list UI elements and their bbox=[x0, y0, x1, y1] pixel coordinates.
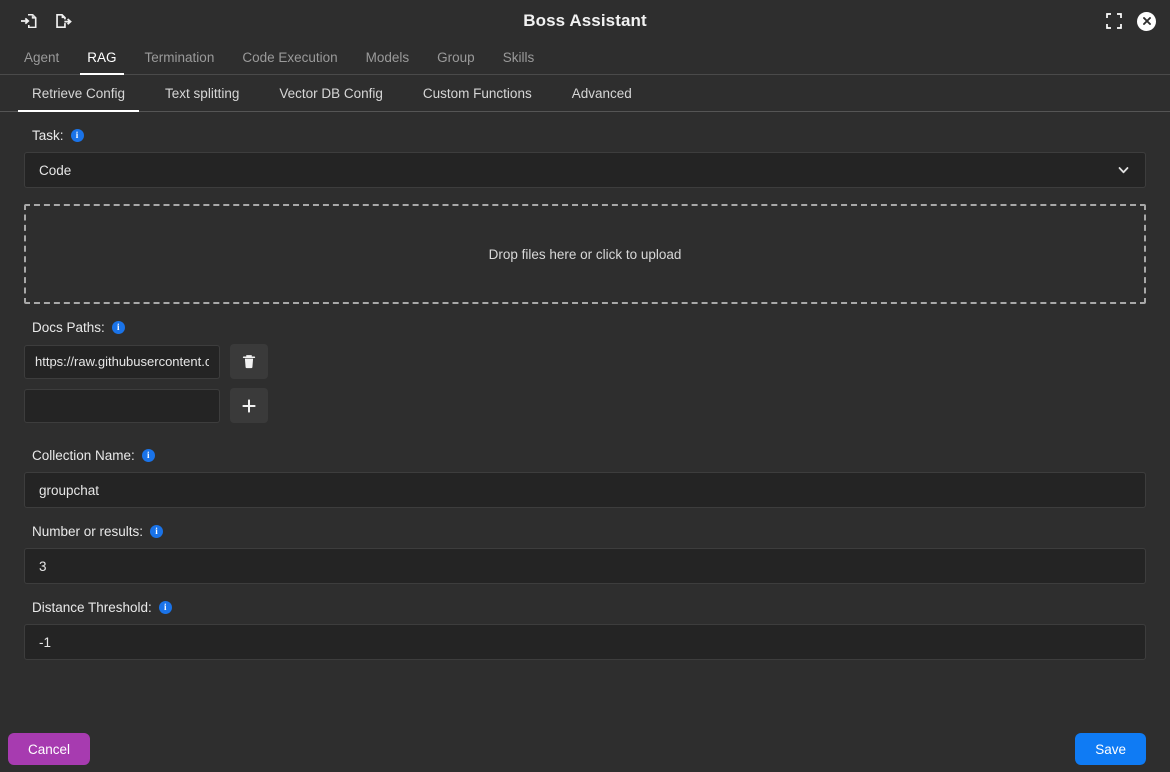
title-bar-right-actions bbox=[1101, 8, 1170, 34]
distance-threshold-input[interactable] bbox=[24, 624, 1146, 660]
info-icon[interactable]: i bbox=[141, 449, 155, 462]
number-of-results-label-row: Number or results: i bbox=[24, 508, 1146, 548]
collection-name-label: Collection Name: bbox=[32, 448, 135, 463]
main-tabbar: Agent RAG Termination Code Execution Mod… bbox=[0, 42, 1170, 75]
distance-threshold-label: Distance Threshold: bbox=[32, 600, 152, 615]
number-of-results-input[interactable] bbox=[24, 548, 1146, 584]
tab-rag[interactable]: RAG bbox=[73, 50, 130, 75]
fullscreen-icon[interactable] bbox=[1101, 8, 1127, 34]
tab-termination[interactable]: Termination bbox=[131, 50, 229, 74]
tab-models[interactable]: Models bbox=[352, 50, 424, 74]
task-label-row: Task: i bbox=[24, 112, 1146, 152]
docs-paths-label-row: Docs Paths: i bbox=[24, 304, 1146, 344]
collection-name-field: Collection Name: i bbox=[24, 432, 1146, 508]
docs-path-row-new bbox=[24, 388, 1146, 423]
info-icon[interactable]: i bbox=[70, 129, 84, 142]
subtab-retrieve-config[interactable]: Retrieve Config bbox=[12, 86, 145, 112]
dialog-footer: Cancel Save bbox=[0, 726, 1170, 772]
docs-path-input[interactable] bbox=[24, 344, 220, 379]
page-title: Boss Assistant bbox=[523, 11, 647, 30]
task-select[interactable]: Code bbox=[24, 152, 1146, 188]
dialog-window: Boss Assistant Agent RAG Termination Cod… bbox=[0, 0, 1170, 772]
file-dropzone-label: Drop files here or click to upload bbox=[488, 246, 682, 262]
task-select-value: Code bbox=[39, 162, 72, 178]
docs-path-input-new[interactable] bbox=[24, 388, 220, 423]
collection-name-label-row: Collection Name: i bbox=[24, 432, 1146, 472]
info-icon[interactable]: i bbox=[150, 525, 164, 538]
subtab-vector-db-config[interactable]: Vector DB Config bbox=[259, 86, 403, 111]
docs-paths-field: Docs Paths: i bbox=[24, 304, 1146, 423]
tab-group[interactable]: Group bbox=[423, 50, 489, 74]
tab-code-execution[interactable]: Code Execution bbox=[228, 50, 351, 74]
distance-threshold-label-row: Distance Threshold: i bbox=[24, 584, 1146, 624]
tab-agent[interactable]: Agent bbox=[10, 50, 73, 74]
chevron-down-icon bbox=[1116, 163, 1131, 178]
form-bottom-spacer bbox=[24, 660, 1146, 682]
plus-icon[interactable] bbox=[230, 388, 268, 423]
info-icon[interactable]: i bbox=[158, 601, 172, 614]
subtab-custom-functions[interactable]: Custom Functions bbox=[403, 86, 552, 111]
task-field: Task: i Code bbox=[24, 112, 1146, 188]
title-bar-left-actions bbox=[0, 8, 76, 34]
sub-tabbar: Retrieve Config Text splitting Vector DB… bbox=[0, 75, 1170, 112]
trash-icon[interactable] bbox=[230, 344, 268, 379]
info-icon[interactable]: i bbox=[111, 321, 125, 334]
cancel-button[interactable]: Cancel bbox=[8, 733, 91, 765]
import-file-icon[interactable] bbox=[16, 8, 42, 34]
close-icon[interactable] bbox=[1137, 11, 1156, 31]
distance-threshold-field: Distance Threshold: i bbox=[24, 584, 1146, 660]
docs-path-row bbox=[24, 344, 1146, 379]
title-bar: Boss Assistant bbox=[0, 0, 1170, 42]
subtab-advanced[interactable]: Advanced bbox=[552, 86, 652, 111]
tab-skills[interactable]: Skills bbox=[489, 50, 549, 74]
retrieve-config-form: Task: i Code Drop files here or click to… bbox=[0, 112, 1170, 726]
docs-paths-label: Docs Paths: bbox=[32, 320, 105, 335]
number-of-results-label: Number or results: bbox=[32, 524, 144, 539]
file-dropzone[interactable]: Drop files here or click to upload bbox=[24, 204, 1146, 304]
collection-name-input[interactable] bbox=[24, 472, 1146, 508]
save-button[interactable]: Save bbox=[1075, 733, 1146, 765]
number-of-results-field: Number or results: i bbox=[24, 508, 1146, 584]
task-label: Task: bbox=[32, 128, 64, 143]
export-file-icon[interactable] bbox=[50, 8, 76, 34]
subtab-text-splitting[interactable]: Text splitting bbox=[145, 86, 259, 111]
